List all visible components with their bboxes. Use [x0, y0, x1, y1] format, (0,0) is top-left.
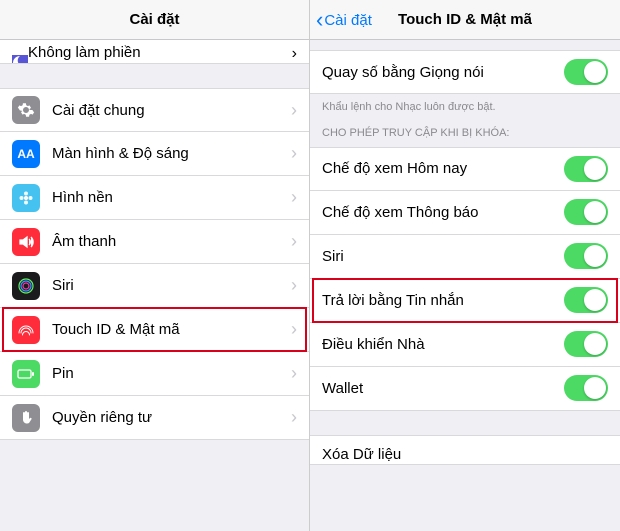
chevron-right-icon: › [292, 45, 297, 63]
back-label: Cài đặt [324, 12, 372, 29]
chevron-right-icon: › [291, 187, 297, 208]
allow-home-row[interactable]: Điều khiển Nhà [310, 323, 620, 367]
home-switch[interactable] [564, 331, 608, 357]
settings-row-touchid[interactable]: Touch ID & Mật mã › [0, 308, 309, 352]
settings-row-wallpaper[interactable]: Hình nền › [0, 176, 309, 220]
speaker-icon [12, 228, 40, 256]
voice-dial-switch[interactable] [564, 59, 608, 85]
settings-row-label: Không làm phiền [28, 44, 292, 61]
touchid-pane: ‹ Cài đặt Touch ID & Mật mã Quay số bằng… [310, 0, 620, 531]
hand-icon [12, 404, 40, 432]
settings-row-siri[interactable]: Siri › [0, 264, 309, 308]
siri-icon [12, 272, 40, 300]
settings-pane: Cài đặt Không làm phiền › Cài đặt chung … [0, 0, 310, 531]
allow-siri-row[interactable]: Siri [310, 235, 620, 279]
allow-today-row[interactable]: Chế độ xem Hôm nay [310, 147, 620, 191]
nav-title-left: Cài đặt [129, 11, 179, 28]
chevron-right-icon: › [291, 231, 297, 252]
back-button[interactable]: ‹ Cài đặt [316, 0, 372, 40]
fingerprint-icon [12, 316, 40, 344]
settings-row-label: Siri [52, 277, 287, 294]
row-label: Chế độ xem Hôm nay [322, 160, 564, 177]
row-label: Điều khiển Nhà [322, 336, 564, 353]
chevron-right-icon: › [291, 363, 297, 384]
settings-row-label: Touch ID & Mật mã [52, 321, 287, 338]
settings-row-label: Âm thanh [52, 233, 287, 250]
reply-switch[interactable] [564, 287, 608, 313]
moon-icon [12, 55, 28, 64]
settings-row-label: Cài đặt chung [52, 102, 287, 119]
chevron-left-icon: ‹ [316, 9, 323, 31]
settings-row-label: Pin [52, 365, 287, 382]
voice-dial-row[interactable]: Quay số bằng Giọng nói [310, 50, 620, 94]
battery-icon [12, 360, 40, 388]
settings-row-battery[interactable]: Pin › [0, 352, 309, 396]
settings-row-privacy[interactable]: Quyền riêng tư › [0, 396, 309, 440]
flower-icon [12, 184, 40, 212]
erase-data-row[interactable]: Xóa Dữ liệu [310, 435, 620, 465]
row-label: Trả lời bằng Tin nhắn [322, 292, 564, 309]
settings-list[interactable]: Không làm phiền › Cài đặt chung › AA Màn… [0, 40, 309, 531]
allow-notifications-row[interactable]: Chế độ xem Thông báo [310, 191, 620, 235]
section-header: CHO PHÉP TRUY CẬP KHI BỊ KHÓA: [310, 118, 620, 146]
allow-wallet-row[interactable]: Wallet [310, 367, 620, 411]
siri-switch[interactable] [564, 243, 608, 269]
music-caption: Khẩu lệnh cho Nhạc luôn được bật. [310, 94, 620, 118]
chevron-right-icon: › [291, 275, 297, 296]
nav-title-right: Touch ID & Mật mã [398, 11, 532, 28]
today-switch[interactable] [564, 156, 608, 182]
touchid-content[interactable]: Quay số bằng Giọng nói Khẩu lệnh cho Nhạ… [310, 40, 620, 531]
notifications-switch[interactable] [564, 199, 608, 225]
settings-row-display[interactable]: AA Màn hình & Độ sáng › [0, 132, 309, 176]
settings-row-label: Quyền riêng tư [52, 409, 287, 426]
wallet-switch[interactable] [564, 375, 608, 401]
chevron-right-icon: › [291, 407, 297, 428]
settings-row-dnd[interactable]: Không làm phiền › [0, 40, 309, 64]
row-label: Chế độ xem Thông báo [322, 204, 564, 221]
settings-row-general[interactable]: Cài đặt chung › [0, 88, 309, 132]
row-label: Xóa Dữ liệu [322, 446, 608, 463]
navbar-right: ‹ Cài đặt Touch ID & Mật mã [310, 0, 620, 40]
allow-reply-row[interactable]: Trả lời bằng Tin nhắn [310, 279, 620, 323]
settings-row-sounds[interactable]: Âm thanh › [0, 220, 309, 264]
gear-icon [12, 96, 40, 124]
settings-row-label: Màn hình & Độ sáng [52, 145, 287, 162]
chevron-right-icon: › [291, 143, 297, 164]
chevron-right-icon: › [291, 319, 297, 340]
row-label: Quay số bằng Giọng nói [322, 64, 564, 81]
row-label: Siri [322, 248, 564, 265]
chevron-right-icon: › [291, 100, 297, 121]
settings-row-label: Hình nền [52, 189, 287, 206]
row-label: Wallet [322, 380, 564, 397]
aa-icon: AA [12, 140, 40, 168]
navbar-left: Cài đặt [0, 0, 309, 40]
